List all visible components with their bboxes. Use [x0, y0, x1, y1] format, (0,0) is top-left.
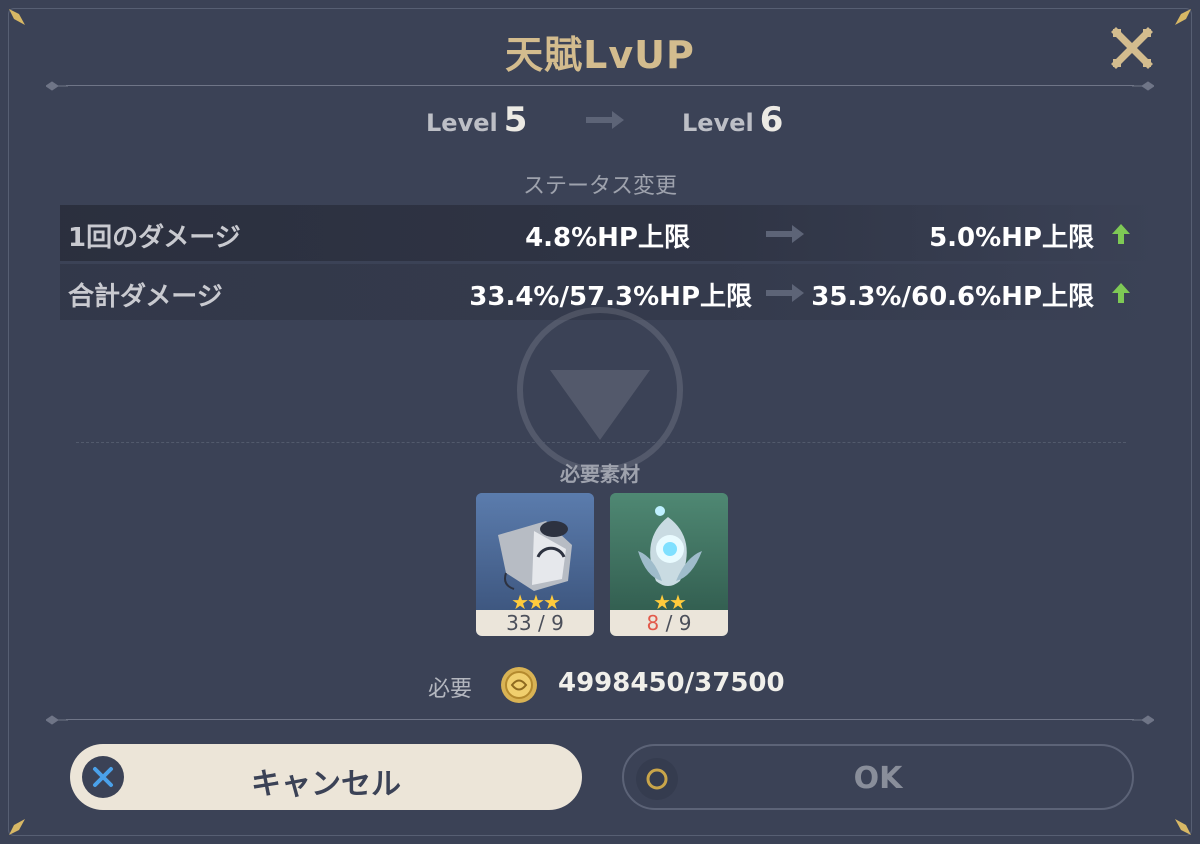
material-have: 33 [506, 611, 532, 635]
arrow-up-icon [1112, 283, 1130, 303]
stat-new-value: 5.0%HP上限 [929, 223, 1094, 253]
level-to-label: Level [682, 109, 754, 137]
ok-button-label: OK [853, 761, 903, 796]
stat-new-value: 35.3%/60.6%HP上限 [811, 282, 1094, 312]
corner-star-icon [9, 9, 25, 25]
cancel-button-label: キャンセル [251, 767, 401, 802]
rarity-stars: ★★★ [511, 590, 561, 614]
level-to: Level 6 [682, 100, 783, 144]
corner-star-icon [1175, 819, 1191, 835]
header-divider [46, 80, 1154, 92]
level-from-label: Level [426, 109, 498, 137]
element-emblem-watermark-icon [517, 307, 683, 473]
cost-label: 必要 [428, 677, 473, 702]
mora-coin-icon [501, 667, 537, 703]
rarity-stars: ★★ [653, 590, 687, 614]
status-change-heading: ステータス変更 [522, 174, 677, 199]
stat-old-value: 4.8%HP上限 [525, 223, 690, 253]
materials-heading: 必要素材 [560, 462, 640, 486]
material-need: / 9 [537, 611, 564, 635]
close-button[interactable] [1110, 26, 1154, 70]
corner-star-icon [9, 819, 25, 835]
level-from: Level 5 [426, 100, 527, 144]
stat-name: 1回のダメージ [68, 223, 241, 253]
close-icon [1111, 27, 1153, 69]
material-count: 33 / 9 [476, 610, 594, 636]
level-from-value: 5 [503, 100, 528, 140]
material-card[interactable]: ★★ 8 / 9 [610, 493, 728, 636]
dialog-title: 天賦LvUP [505, 33, 695, 77]
arrow-right-icon [766, 225, 804, 243]
section-separator [76, 442, 1126, 444]
stat-name: 合計ダメージ [68, 282, 223, 312]
material-need: / 9 [665, 611, 692, 635]
level-to-value: 6 [759, 100, 784, 140]
stat-row: 1回のダメージ 4.8%HP上限 5.0%HP上限 [60, 205, 1160, 261]
material-count: 8 / 9 [610, 610, 728, 636]
cancel-button[interactable]: キャンセル [70, 744, 582, 810]
corner-star-icon [1175, 9, 1191, 25]
arrow-right-icon [586, 111, 624, 129]
ok-button[interactable]: OK [622, 744, 1134, 810]
material-have: 8 [646, 611, 660, 635]
cost-value: 4998450/37500 [558, 668, 785, 698]
material-card[interactable]: ★★★ 33 / 9 [476, 493, 594, 636]
footer-divider [46, 714, 1154, 726]
arrow-up-icon [1112, 224, 1130, 244]
